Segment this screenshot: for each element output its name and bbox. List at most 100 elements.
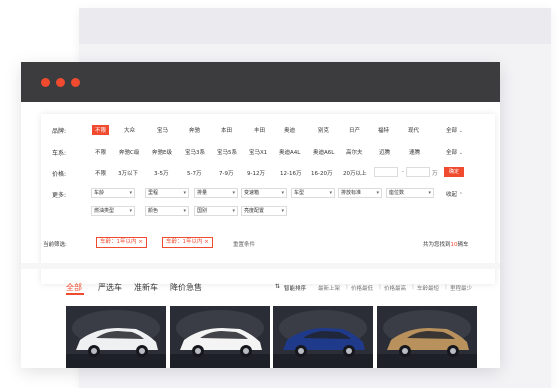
mileage-dropdown-label: 里程 [148, 190, 159, 196]
series-option[interactable]: 奥迪A6L [313, 148, 334, 156]
seats-dropdown[interactable]: 座位数 ▾ [386, 188, 434, 198]
price-option[interactable]: 不限 [95, 169, 106, 177]
tab-selected-cars[interactable]: 严选车 [98, 282, 122, 293]
car-rim [402, 348, 408, 354]
series-option[interactable]: 奔驰C级 [119, 148, 139, 156]
section-divider [21, 263, 500, 269]
series-option[interactable]: 不限 [95, 148, 106, 156]
brand-option[interactable]: 别克 [318, 126, 329, 134]
series-label: 车系: [52, 150, 67, 157]
car-rim [91, 348, 97, 354]
studio-floor [377, 354, 477, 368]
chevron-down-icon: ⌄ [458, 150, 463, 156]
brand-label: 品牌: [52, 128, 67, 135]
brand-option[interactable]: 福特 [378, 126, 389, 134]
car-rim [195, 348, 201, 354]
studio-floor [66, 354, 166, 368]
price-option[interactable]: 3-5万 [154, 169, 168, 177]
reset-filters-link[interactable]: 重置条件 [233, 240, 255, 248]
series-option[interactable]: 宝马3系 [185, 148, 205, 156]
price-unit: 万 [432, 171, 438, 177]
window-minimize-dot[interactable] [56, 78, 65, 87]
series-option[interactable]: 奔驰E级 [152, 148, 172, 156]
car-rim [243, 348, 249, 354]
price-label: 价格: [52, 171, 67, 178]
current-filter-label: 当前筛选: [43, 242, 67, 248]
filter-chip[interactable]: 车龄：1年以内 × [96, 237, 147, 248]
brand-all-dropdown[interactable]: 全部 ⌄ [446, 126, 463, 134]
brand-option[interactable]: 丰田 [254, 126, 265, 134]
result-count-prefix: 共为您找到 [423, 242, 451, 248]
chevron-down-icon: ▾ [281, 190, 284, 196]
sort-option[interactable]: 里程最少 [450, 284, 472, 292]
chevron-down-icon: ▾ [329, 190, 332, 196]
country-dropdown[interactable]: 国别 ▾ [194, 206, 238, 216]
car-photo [170, 306, 270, 368]
series-all-dropdown[interactable]: 全部 ⌄ [446, 148, 463, 156]
chevron-down-icon: ▾ [183, 208, 186, 214]
chevron-down-icon: ▾ [129, 190, 132, 196]
price-option[interactable]: 12-16万 [280, 169, 301, 177]
age-dropdown[interactable]: 车龄 ▾ [91, 188, 135, 198]
result-count-number: 10 [450, 242, 458, 248]
chevron-down-icon: ⌄ [458, 128, 463, 134]
sort-option[interactable]: 车龄最短 [417, 284, 439, 292]
mileage-dropdown[interactable]: 里程 ▾ [145, 188, 189, 198]
collapse-button[interactable]: 收起 ⌃ [446, 190, 463, 198]
car-card[interactable] [170, 306, 270, 368]
sort-option[interactable]: 价格最高 [384, 284, 406, 292]
price-option[interactable]: 20万以上 [343, 169, 367, 177]
price-range-separator: - [402, 169, 404, 175]
tab-all[interactable]: 全部 [66, 282, 82, 293]
chevron-down-icon: ▾ [129, 208, 132, 214]
brand-option[interactable]: 现代 [408, 126, 419, 134]
chevron-down-icon: ▾ [281, 208, 284, 214]
displacement-dropdown-label: 排量 [197, 190, 208, 196]
displacement-dropdown[interactable]: 排量 ▾ [194, 188, 238, 198]
series-option[interactable]: 速腾 [409, 148, 420, 156]
brand-option[interactable]: 大众 [124, 126, 135, 134]
color-dropdown[interactable]: 颜色 ▾ [145, 206, 189, 216]
config-dropdown[interactable]: 亮度配置 ▾ [241, 206, 287, 216]
body-type-dropdown[interactable]: 车型 ▾ [291, 188, 335, 198]
series-option[interactable]: 宝马5系 [217, 148, 237, 156]
series-option[interactable]: 奥迪A4L [279, 148, 300, 156]
studio-floor [170, 354, 270, 368]
car-rim [346, 348, 352, 354]
brand-option[interactable]: 不限 [92, 125, 110, 135]
brand-option[interactable]: 奥迪 [284, 126, 295, 134]
sort-option[interactable]: 价格最低 [351, 284, 373, 292]
emission-dropdown[interactable]: 排放标准 ▾ [338, 188, 382, 198]
series-option[interactable]: 宝马X1 [249, 148, 267, 156]
chevron-down-icon: ▾ [232, 190, 235, 196]
transmission-dropdown[interactable]: 变速箱 ▾ [241, 188, 287, 198]
fuel-type-dropdown[interactable]: 燃油类型 ▾ [91, 206, 135, 216]
window-maximize-dot[interactable] [71, 78, 80, 87]
active-tab-indicator [66, 293, 84, 295]
car-card[interactable] [66, 306, 166, 368]
sort-smart[interactable]: 智能排序 [284, 284, 306, 292]
price-max-input[interactable] [406, 167, 430, 177]
price-option[interactable]: 3万以下 [118, 169, 138, 177]
brand-option[interactable]: 宝马 [157, 126, 168, 134]
car-card[interactable] [377, 306, 477, 368]
series-option[interactable]: 高尔夫 [346, 148, 363, 156]
car-card[interactable] [273, 306, 373, 368]
brand-option[interactable]: 本田 [221, 126, 232, 134]
price-option[interactable]: 7-9万 [219, 169, 233, 177]
window-close-dot[interactable] [41, 78, 50, 87]
tab-price-drop[interactable]: 降价急售 [170, 282, 202, 293]
price-option[interactable]: 5-7万 [187, 169, 201, 177]
sort-icon: ⇅ [275, 283, 281, 290]
tab-nearly-new[interactable]: 准新车 [134, 282, 158, 293]
transmission-dropdown-label: 变速箱 [244, 190, 260, 196]
brand-option[interactable]: 奔驰 [189, 126, 200, 134]
price-option[interactable]: 9-12万 [247, 169, 265, 177]
filter-chip[interactable]: 车龄：1年以内 × [162, 237, 213, 248]
brand-option[interactable]: 日产 [349, 126, 360, 134]
price-min-input[interactable] [374, 167, 398, 177]
price-confirm-button[interactable]: 确定 [444, 167, 464, 177]
sort-option[interactable]: 最新上架 [318, 284, 340, 292]
series-option[interactable]: 迈腾 [379, 148, 390, 156]
price-option[interactable]: 16-20万 [311, 169, 332, 177]
